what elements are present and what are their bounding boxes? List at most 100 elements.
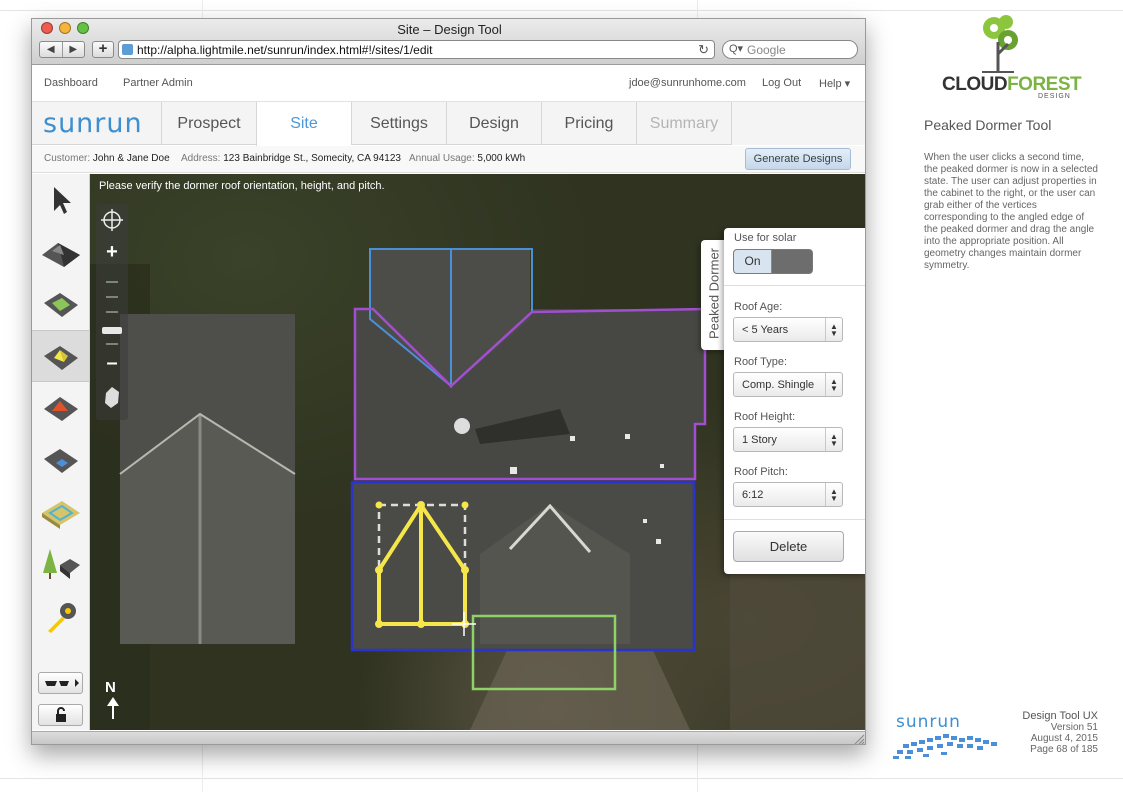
flat-plane-icon (42, 501, 80, 529)
map-instruction: Please verify the dormer roof orientatio… (99, 180, 385, 192)
address-bar[interactable]: http://alpha.lightmile.net/sunrun/index.… (118, 40, 715, 59)
annotation-title: Peaked Dormer Tool (924, 117, 1052, 133)
tool-palette (32, 174, 90, 730)
flat-roof-icon (44, 293, 78, 317)
pointer-tool[interactable] (32, 174, 89, 226)
pointer-icon (54, 187, 71, 214)
browser-status-bar (32, 731, 865, 745)
roof-pitch-select[interactable]: 6:12 ▲ ▼ (733, 482, 843, 507)
hip-roof-tool[interactable] (32, 382, 89, 434)
roof-type-select[interactable]: Comp. Shingle ▲ ▼ (733, 372, 843, 397)
address-value: 123 Bainbridge St., Somecity, CA 94123 (223, 153, 401, 164)
address-info: Address: 123 Bainbridge St., Somecity, C… (181, 153, 401, 164)
generate-designs-button[interactable]: Generate Designs (745, 148, 851, 170)
delete-button[interactable]: Delete (733, 531, 844, 562)
browser-search-input[interactable]: Q▾ Google (722, 40, 858, 59)
roof-type-label: Roof Type: (734, 356, 787, 368)
use-for-solar-label: Use for solar (734, 232, 797, 244)
favicon-icon (122, 44, 133, 55)
add-bookmark-button[interactable]: + (92, 41, 114, 58)
tab-summary: Summary (636, 102, 731, 145)
customer-info-bar: Customer: John & Jane Doe Address: 123 B… (32, 146, 865, 173)
3d-view-icon[interactable] (96, 382, 128, 414)
customer-info: Customer: John & Jane Doe (44, 153, 170, 164)
user-email: jdoe@sunrunhome.com (629, 77, 746, 89)
use-for-solar-toggle[interactable]: On (733, 249, 813, 274)
unlock-icon (56, 707, 66, 722)
roof-type-value: Comp. Shingle (742, 379, 815, 391)
recenter-icon[interactable] (96, 204, 128, 236)
divider (724, 285, 865, 286)
flat-roof-tool[interactable] (32, 278, 89, 330)
wordmark-forest: FOREST (1007, 74, 1082, 95)
toggle-on-label: On (734, 250, 772, 273)
resize-grip-icon[interactable] (853, 733, 865, 745)
guide-line (0, 778, 1123, 779)
properties-panel: Use for solar On Roof Age: < 5 Years ▲ ▼ R… (724, 228, 865, 574)
stepper-arrows-icon: ▲ ▼ (825, 373, 842, 396)
back-arrow-icon[interactable]: ◀ (40, 42, 63, 57)
browser-window: Site – Design Tool ◀ ▶ + http://alpha.li… (31, 18, 866, 745)
glasses-icon (45, 679, 79, 687)
tab-pricing[interactable]: Pricing (541, 102, 636, 145)
peaked-roof-tool[interactable] (32, 226, 89, 278)
roof-pitch-label: Roof Pitch: (734, 466, 788, 478)
reload-icon[interactable]: ↻ (698, 42, 709, 58)
footer-doc-info: Design Tool UX Version 51 August 4, 2015… (990, 710, 1098, 756)
flat-plane-tool[interactable] (32, 486, 89, 538)
search-placeholder: Google (747, 43, 786, 57)
stepper-arrows-icon: ▲ ▼ (825, 428, 842, 451)
search-icon: Q▾ (729, 43, 744, 55)
roof-age-value: < 5 Years (742, 324, 789, 336)
partner-admin-link[interactable]: Partner Admin (123, 77, 193, 89)
wordmark-cloud: CLOUD (942, 74, 1008, 95)
usage-label: Annual Usage: (409, 153, 475, 164)
tape-measure-icon (48, 603, 76, 633)
zoom-out-button[interactable]: – (96, 352, 128, 375)
roof-age-select[interactable]: < 5 Years ▲ ▼ (733, 317, 843, 342)
url-text[interactable]: http://alpha.lightmile.net/sunrun/index.… (137, 43, 433, 57)
tape-measure-tool[interactable] (32, 590, 89, 642)
roof-height-select[interactable]: 1 Story ▲ ▼ (733, 427, 843, 452)
peaked-dormer-tool[interactable] (32, 330, 89, 382)
shed-dormer-icon (44, 449, 78, 473)
title-bar: Site – Design Tool ◀ ▶ + http://alpha.li… (32, 19, 865, 65)
annotation-body: When the user clicks a second time, the … (924, 152, 1098, 271)
tab-design[interactable]: Design (446, 102, 541, 145)
roof-height-label: Roof Height: (734, 411, 796, 423)
usage-info: Annual Usage: 5,000 kWh (409, 153, 525, 164)
zoom-in-button[interactable]: + (96, 241, 128, 264)
footer-date: August 4, 2015 (1030, 733, 1098, 744)
footer-sunrun-logo: sunrun (896, 712, 961, 732)
footer-doc-title: Design Tool UX (1022, 710, 1098, 722)
zoom-control: + – (96, 204, 128, 420)
view-toggle-button[interactable] (38, 672, 83, 694)
tab-spacer (731, 102, 865, 145)
usage-value: 5,000 kWh (477, 153, 526, 164)
window-title: Site – Design Tool (397, 22, 502, 37)
help-menu[interactable]: Help ▾ (819, 77, 850, 90)
panel-tab-label: Peaked Dormer (706, 247, 722, 340)
sunrun-logo: sunrun (43, 108, 143, 139)
forward-arrow-icon[interactable]: ▶ (63, 42, 85, 57)
tab-site[interactable]: Site (256, 102, 351, 146)
stepper-arrows-icon: ▲ ▼ (825, 483, 842, 506)
tab-settings[interactable]: Settings (351, 102, 446, 145)
tree-obstruction-icon (43, 549, 80, 579)
peaked-roof-icon (42, 243, 80, 267)
logout-link[interactable]: Log Out (762, 77, 801, 89)
guide-line (0, 10, 1123, 11)
address-label: Address: (181, 153, 221, 164)
peaked-dormer-icon (44, 346, 78, 370)
roof-age-label: Roof Age: (734, 301, 783, 313)
tab-prospect[interactable]: Prospect (161, 102, 256, 145)
hip-roof-icon (44, 397, 78, 421)
customer-label: Customer: (44, 153, 91, 164)
shed-dormer-tool[interactable] (32, 434, 89, 486)
footer-version: Version 51 (1050, 722, 1098, 733)
user-nav: Dashboard Partner Admin jdoe@sunrunhome.… (32, 66, 865, 102)
app-header: sunrun Prospect Site Settings Design Pri… (32, 102, 865, 146)
lock-button[interactable] (38, 704, 83, 726)
dashboard-link[interactable]: Dashboard (44, 77, 98, 89)
tree-obstruction-tool[interactable] (32, 538, 89, 590)
